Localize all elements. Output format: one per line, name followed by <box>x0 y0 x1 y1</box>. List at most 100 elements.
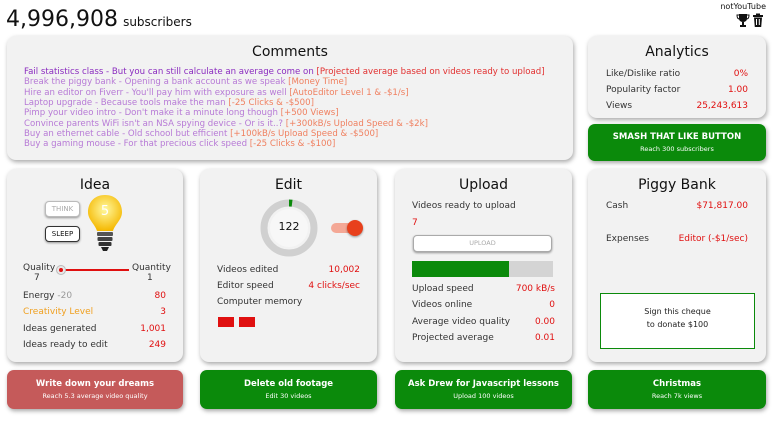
videos-online-label: Videos online <box>412 300 473 310</box>
cash-value: $71,817.00 <box>696 201 748 211</box>
trophy-icon[interactable] <box>736 14 750 27</box>
quantity-value: 1 <box>147 273 153 283</box>
auto-edit-toggle[interactable] <box>331 220 363 236</box>
write-dreams-button[interactable]: Write down your dreams Reach 5.3 average… <box>7 370 183 409</box>
comment-cost: [Projected average based on videos ready… <box>316 67 545 77</box>
ideas-generated-value: 1,001 <box>140 324 166 334</box>
javascript-lessons-title: Ask Drew for Javascript lessons <box>408 379 559 389</box>
comment-item[interactable]: Pimp your video intro - Don't make it a … <box>24 108 339 118</box>
edit-dial[interactable]: 122 <box>260 199 318 257</box>
comment-text: Laptop upgrade - Because tools make the … <box>24 97 229 108</box>
christmas-sub: Reach 7k views <box>651 392 703 400</box>
ideas-ready-value: 249 <box>148 340 166 350</box>
comment-item[interactable]: Buy an ethernet cable - Old school but e… <box>24 129 378 139</box>
upload-card: Upload Videos ready to upload 7 UPLOAD U… <box>395 169 572 362</box>
smash-like-title: SMASH THAT LIKE BUTTON <box>612 132 742 142</box>
channel-name: notYouTube <box>720 2 766 11</box>
sign-cheque-button[interactable]: Sign this cheque to donate $100 <box>600 293 755 349</box>
popularity-value: 1.00 <box>727 85 748 95</box>
editor-speed-value: 4 clicks/sec <box>308 281 360 291</box>
analytics-card: Analytics Like/Dislike ratio 0% Populari… <box>588 36 766 118</box>
quality-label: Quality <box>23 263 56 273</box>
comment-text: Pimp your video intro - Don't make it a … <box>24 108 281 119</box>
analytics-title: Analytics <box>645 44 709 60</box>
upload-button[interactable]: UPLOAD <box>413 235 552 252</box>
think-button[interactable]: THINK <box>45 201 80 217</box>
header-icons <box>736 12 766 28</box>
bulb-number: 5 <box>100 204 110 219</box>
javascript-lessons-button[interactable]: Ask Drew for Javascript lessons Upload 1… <box>395 370 572 409</box>
subscriber-counter: 4,996,908 subscribers <box>6 7 192 32</box>
videos-ready-label: Videos ready to upload <box>412 201 516 211</box>
upload-progress-bar <box>412 261 553 277</box>
subscriber-label: subscribers <box>123 15 192 29</box>
views-value: 25,243,613 <box>696 101 748 111</box>
smash-like-sub: Reach 300 subscribers <box>640 145 714 153</box>
quantity-label: Quantity <box>132 263 171 273</box>
popularity-label: Popularity factor <box>606 85 681 95</box>
videos-ready-value: 7 <box>412 218 418 228</box>
write-dreams-sub: Reach 5.3 average video quality <box>42 392 148 400</box>
dial-value: 122 <box>278 220 300 233</box>
delete-footage-sub: Edit 30 videos <box>265 392 312 400</box>
comment-text: Buy a gaming mouse - For that precious c… <box>24 139 250 150</box>
christmas-button[interactable]: Christmas Reach 7k views <box>588 370 766 409</box>
edit-title: Edit <box>274 177 303 193</box>
cheque-line-1: Sign this cheque <box>644 307 711 316</box>
comment-item[interactable]: Fail statistics class - But you can stil… <box>24 67 545 77</box>
trash-icon[interactable] <box>753 13 763 28</box>
comment-item[interactable]: Break the piggy bank - Opening a bank ac… <box>24 77 347 87</box>
upload-title: Upload <box>458 177 509 193</box>
upload-speed-label: Upload speed <box>412 284 474 294</box>
quality-quantity-slider[interactable] <box>56 265 129 275</box>
comment-text: Fail statistics class - But you can stil… <box>24 67 317 77</box>
projected-average-value: 0.01 <box>534 333 555 343</box>
comment-cost: [+500 Views] <box>280 108 339 119</box>
like-ratio-value: 0% <box>733 69 748 79</box>
cash-label: Cash <box>606 201 629 211</box>
comment-cost: [+300kB/s Upload Speed & -$2k] <box>285 118 428 129</box>
delete-footage-title: Delete old footage <box>243 379 334 389</box>
avg-quality-label: Average video quality <box>412 317 511 327</box>
piggy-bank-title: Piggy Bank <box>638 177 716 193</box>
slider-thumb[interactable] <box>56 265 66 275</box>
comment-cost: [-25 Clicks & -$500] <box>228 97 314 108</box>
comment-text: Buy an ethernet cable - Old school but e… <box>24 128 231 139</box>
energy-label: Energy <box>23 291 55 301</box>
lightbulb-icon <box>85 191 125 253</box>
piggy-bank-card: Piggy Bank Cash $71,817.00 Expenses Edit… <box>588 169 766 362</box>
smash-like-button[interactable]: SMASH THAT LIKE BUTTON Reach 300 subscri… <box>588 124 766 161</box>
comments-title: Comments <box>252 44 328 60</box>
videos-edited-label: Videos edited <box>217 265 279 275</box>
edit-card: Edit 122 Videos edited 10,002 Editor spe… <box>200 169 377 362</box>
videos-online-value: 0 <box>549 300 555 310</box>
expenses-label: Expenses <box>606 234 649 244</box>
comment-cost: [Money Time] <box>288 77 348 88</box>
memory-block <box>218 317 234 327</box>
quality-value: 7 <box>34 273 40 283</box>
comment-item[interactable]: Buy a gaming mouse - For that precious c… <box>24 139 335 149</box>
memory-block <box>239 317 255 327</box>
energy-row: Energy -20 <box>23 291 72 301</box>
comment-text: Hire an editor on Fiverr - You'll pay hi… <box>24 87 290 98</box>
comment-item[interactable]: Laptop upgrade - Because tools make the … <box>24 98 314 108</box>
videos-edited-value: 10,002 <box>328 265 361 275</box>
creativity-label: Creativity Level <box>23 307 94 317</box>
write-dreams-title: Write down your dreams <box>35 379 155 389</box>
delete-footage-button[interactable]: Delete old footage Edit 30 videos <box>200 370 377 409</box>
comments-card: Comments Fail statistics class - But you… <box>7 36 573 160</box>
comment-cost: [AutoEditor Level 1 & -$1/s] <box>289 87 409 98</box>
avg-quality-value: 0.00 <box>534 317 555 327</box>
expenses-value: Editor (-$1/sec) <box>678 234 748 244</box>
ideas-generated-label: Ideas generated <box>23 324 97 334</box>
energy-delta: -20 <box>57 291 73 301</box>
like-ratio-label: Like/Dislike ratio <box>606 69 681 79</box>
projected-average-label: Projected average <box>412 333 494 343</box>
comment-item[interactable]: Convince parents WiFi isn't an NSA spyin… <box>24 119 428 129</box>
christmas-title: Christmas <box>652 379 702 389</box>
views-label: Views <box>606 101 633 111</box>
sleep-button[interactable]: SLEEP <box>45 226 80 242</box>
upload-progress-fill <box>412 261 510 277</box>
comment-text: Break the piggy bank - Opening a bank ac… <box>24 77 289 88</box>
comment-item[interactable]: Hire an editor on Fiverr - You'll pay hi… <box>24 88 409 98</box>
